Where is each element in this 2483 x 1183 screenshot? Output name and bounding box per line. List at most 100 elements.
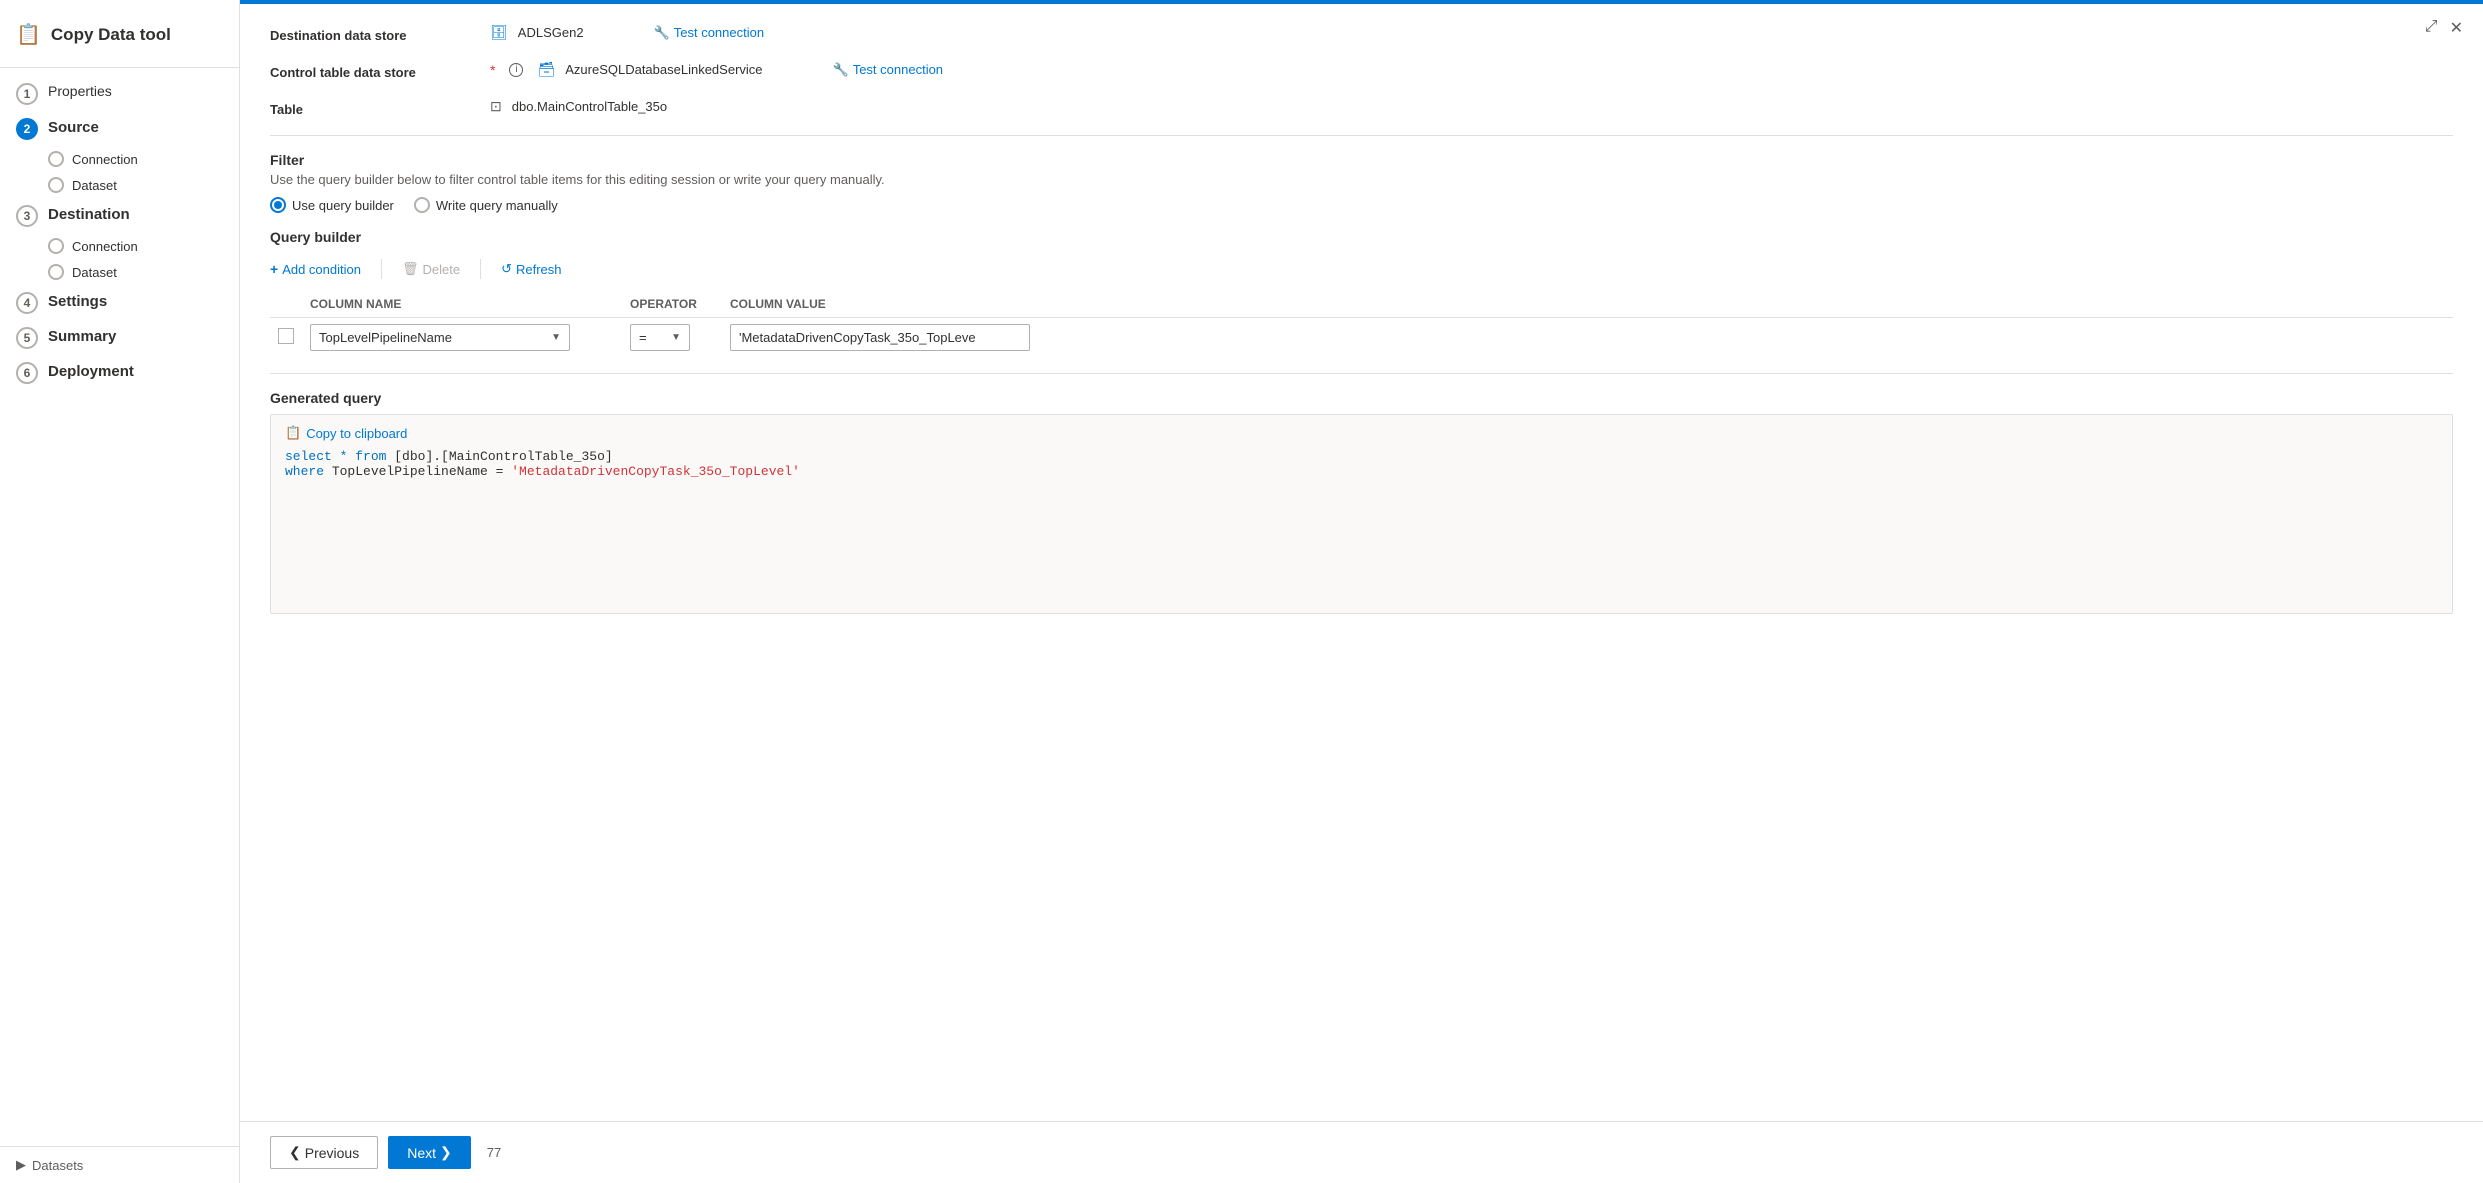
copy-icon: 📋 [285, 425, 301, 441]
table-value: ⊡ dbo.MainControlTable_35o [490, 98, 2453, 115]
column-name-cell: TopLevelPipelineName ▼ [302, 318, 622, 358]
step-label-source: Source [48, 117, 99, 138]
control-table-label: Control table data store [270, 61, 470, 80]
sub-label-dest-connection: Connection [72, 239, 138, 254]
operator-header: OPERATOR [622, 291, 722, 318]
sidebar-sub-dest-connection[interactable]: Connection [0, 233, 239, 259]
radio-write-manually[interactable]: Write query manually [414, 197, 558, 213]
required-star: * [490, 62, 495, 78]
destination-label: Destination data store [270, 24, 470, 43]
test-connection-dest[interactable]: 🔧 Test connection [654, 25, 765, 41]
expand-button[interactable]: ⤢ [2425, 18, 2438, 38]
checkbox-header [270, 291, 302, 318]
filter-section: Filter Use the query builder below to fi… [270, 152, 2453, 614]
column-value-cell [722, 318, 2453, 358]
step-label-destination: Destination [48, 204, 130, 225]
sidebar-datasets[interactable]: ▶ Datasets [16, 1157, 223, 1173]
radio-query-builder[interactable]: Use query builder [270, 197, 394, 213]
control-table-value-group: * i 🗃 AzureSQLDatabaseLinkedService 🔧 Te… [490, 61, 943, 78]
row-checkbox-cell [270, 318, 302, 358]
main-panel: ⤢ ✕ Destination data store 🗄 ADLSGen2 🔧 … [240, 0, 2483, 1183]
step-label-summary: Summary [48, 326, 116, 347]
sidebar-sub-source-connection[interactable]: Connection [0, 146, 239, 172]
column-value-header: COLUMN VALUE [722, 291, 2453, 318]
step-circle-3: 3 [16, 205, 38, 227]
sidebar-item-summary[interactable]: 5 Summary [0, 320, 239, 355]
sql-select: select * from [285, 449, 386, 464]
query-builder-table: COLUMN NAME OPERATOR COLUMN VALUE TopLev… [270, 291, 2453, 357]
column-name-header: COLUMN NAME [302, 291, 622, 318]
sidebar-item-settings[interactable]: 4 Settings [0, 285, 239, 320]
delete-button[interactable]: 🗑 Delete [402, 257, 460, 281]
column-name-value: TopLevelPipelineName [319, 330, 452, 345]
row-checkbox[interactable] [278, 328, 294, 344]
sidebar-item-properties[interactable]: 1 Properties [0, 76, 239, 111]
content-area: ⤢ ✕ Destination data store 🗄 ADLSGen2 🔧 … [240, 4, 2483, 1121]
refresh-icon: ↺ [501, 261, 512, 277]
sub-label-dataset: Dataset [72, 178, 117, 193]
table-row: TopLevelPipelineName ▼ = ▼ [270, 318, 2453, 358]
test-icon-dest: 🔧 [654, 25, 670, 41]
sub-circle-dest-connection [48, 238, 64, 254]
table-label: Table [270, 98, 470, 117]
step-circle-2: 2 [16, 118, 38, 140]
step-label-settings: Settings [48, 291, 107, 312]
control-table-text: AzureSQLDatabaseLinkedService [565, 62, 762, 77]
sidebar-item-destination[interactable]: 3 Destination [0, 198, 239, 233]
radio-btn-write-manually[interactable] [414, 197, 430, 213]
trash-icon: 🗑 [402, 261, 419, 277]
datasets-label: Datasets [32, 1158, 83, 1173]
section-divider-2 [270, 373, 2453, 374]
window-controls: ⤢ ✕ [2425, 18, 2463, 38]
section-divider-1 [270, 135, 2453, 136]
step-label-properties: Properties [48, 82, 112, 102]
sidebar-item-deployment[interactable]: 6 Deployment [0, 355, 239, 390]
sidebar: 📋 Copy Data tool 1 Properties 2 Source C… [0, 0, 240, 1183]
page-number: 77 [487, 1145, 501, 1160]
test-connection-ctrl[interactable]: 🔧 Test connection [833, 62, 944, 78]
dropdown-arrow-icon: ▼ [551, 332, 561, 343]
operator-cell: = ▼ [622, 318, 722, 358]
next-button[interactable]: Next ❯ [388, 1136, 471, 1169]
sidebar-sub-source-dataset[interactable]: Dataset [0, 172, 239, 198]
operator-dropdown[interactable]: = ▼ [630, 324, 690, 351]
query-builder-title: Query builder [270, 229, 2453, 245]
toolbar-divider-2 [480, 259, 481, 279]
destination-value: 🗄 ADLSGen2 [490, 24, 584, 41]
sql-line-2: where TopLevelPipelineName = 'MetadataDr… [285, 464, 2438, 479]
generated-query-box: 📋 Copy to clipboard select * from [dbo].… [270, 414, 2453, 614]
previous-button[interactable]: ❮ Previous [270, 1136, 378, 1169]
filter-title: Filter [270, 152, 2453, 168]
destination-row: Destination data store 🗄 ADLSGen2 🔧 Test… [270, 24, 2453, 43]
control-table-value: * i 🗃 AzureSQLDatabaseLinkedService [490, 61, 763, 78]
op-dropdown-arrow-icon: ▼ [671, 332, 681, 343]
query-builder-toolbar: + Add condition 🗑 Delete ↺ Refresh [270, 257, 2453, 281]
app-title: Copy Data tool [51, 25, 171, 45]
radio-label-query-builder: Use query builder [292, 198, 394, 213]
step-label-deployment: Deployment [48, 361, 134, 382]
sub-circle-dest-dataset [48, 264, 64, 280]
refresh-button[interactable]: ↺ Refresh [501, 257, 561, 281]
sidebar-sub-dest-dataset[interactable]: Dataset [0, 259, 239, 285]
adls-icon: 🗄 [490, 24, 508, 41]
sql-icon: 🗃 [537, 61, 555, 78]
control-table-row: Control table data store * i 🗃 AzureSQLD… [270, 61, 2453, 80]
sql-table-name: [dbo].[MainControlTable_35o] [394, 449, 612, 464]
app-title-bar: 📋 Copy Data tool [0, 10, 239, 68]
table-icon: ⊡ [490, 98, 502, 115]
close-button[interactable]: ✕ [2450, 18, 2463, 38]
radio-btn-query-builder[interactable] [270, 197, 286, 213]
copy-to-clipboard-button[interactable]: 📋 Copy to clipboard [285, 425, 407, 441]
test-icon-ctrl: 🔧 [833, 62, 849, 78]
sidebar-item-source[interactable]: 2 Source [0, 111, 239, 146]
sql-line-1: select * from [dbo].[MainControlTable_35… [285, 449, 2438, 464]
toolbar-divider-1 [381, 259, 382, 279]
column-value-input[interactable] [730, 324, 1030, 351]
column-name-dropdown[interactable]: TopLevelPipelineName ▼ [310, 324, 570, 351]
app-icon: 📋 [16, 22, 41, 47]
add-condition-button[interactable]: + Add condition [270, 257, 361, 281]
table-header-row: COLUMN NAME OPERATOR COLUMN VALUE [270, 291, 2453, 318]
sub-circle-connection [48, 151, 64, 167]
filter-radio-group: Use query builder Write query manually [270, 197, 2453, 213]
destination-store-text: ADLSGen2 [518, 25, 584, 40]
